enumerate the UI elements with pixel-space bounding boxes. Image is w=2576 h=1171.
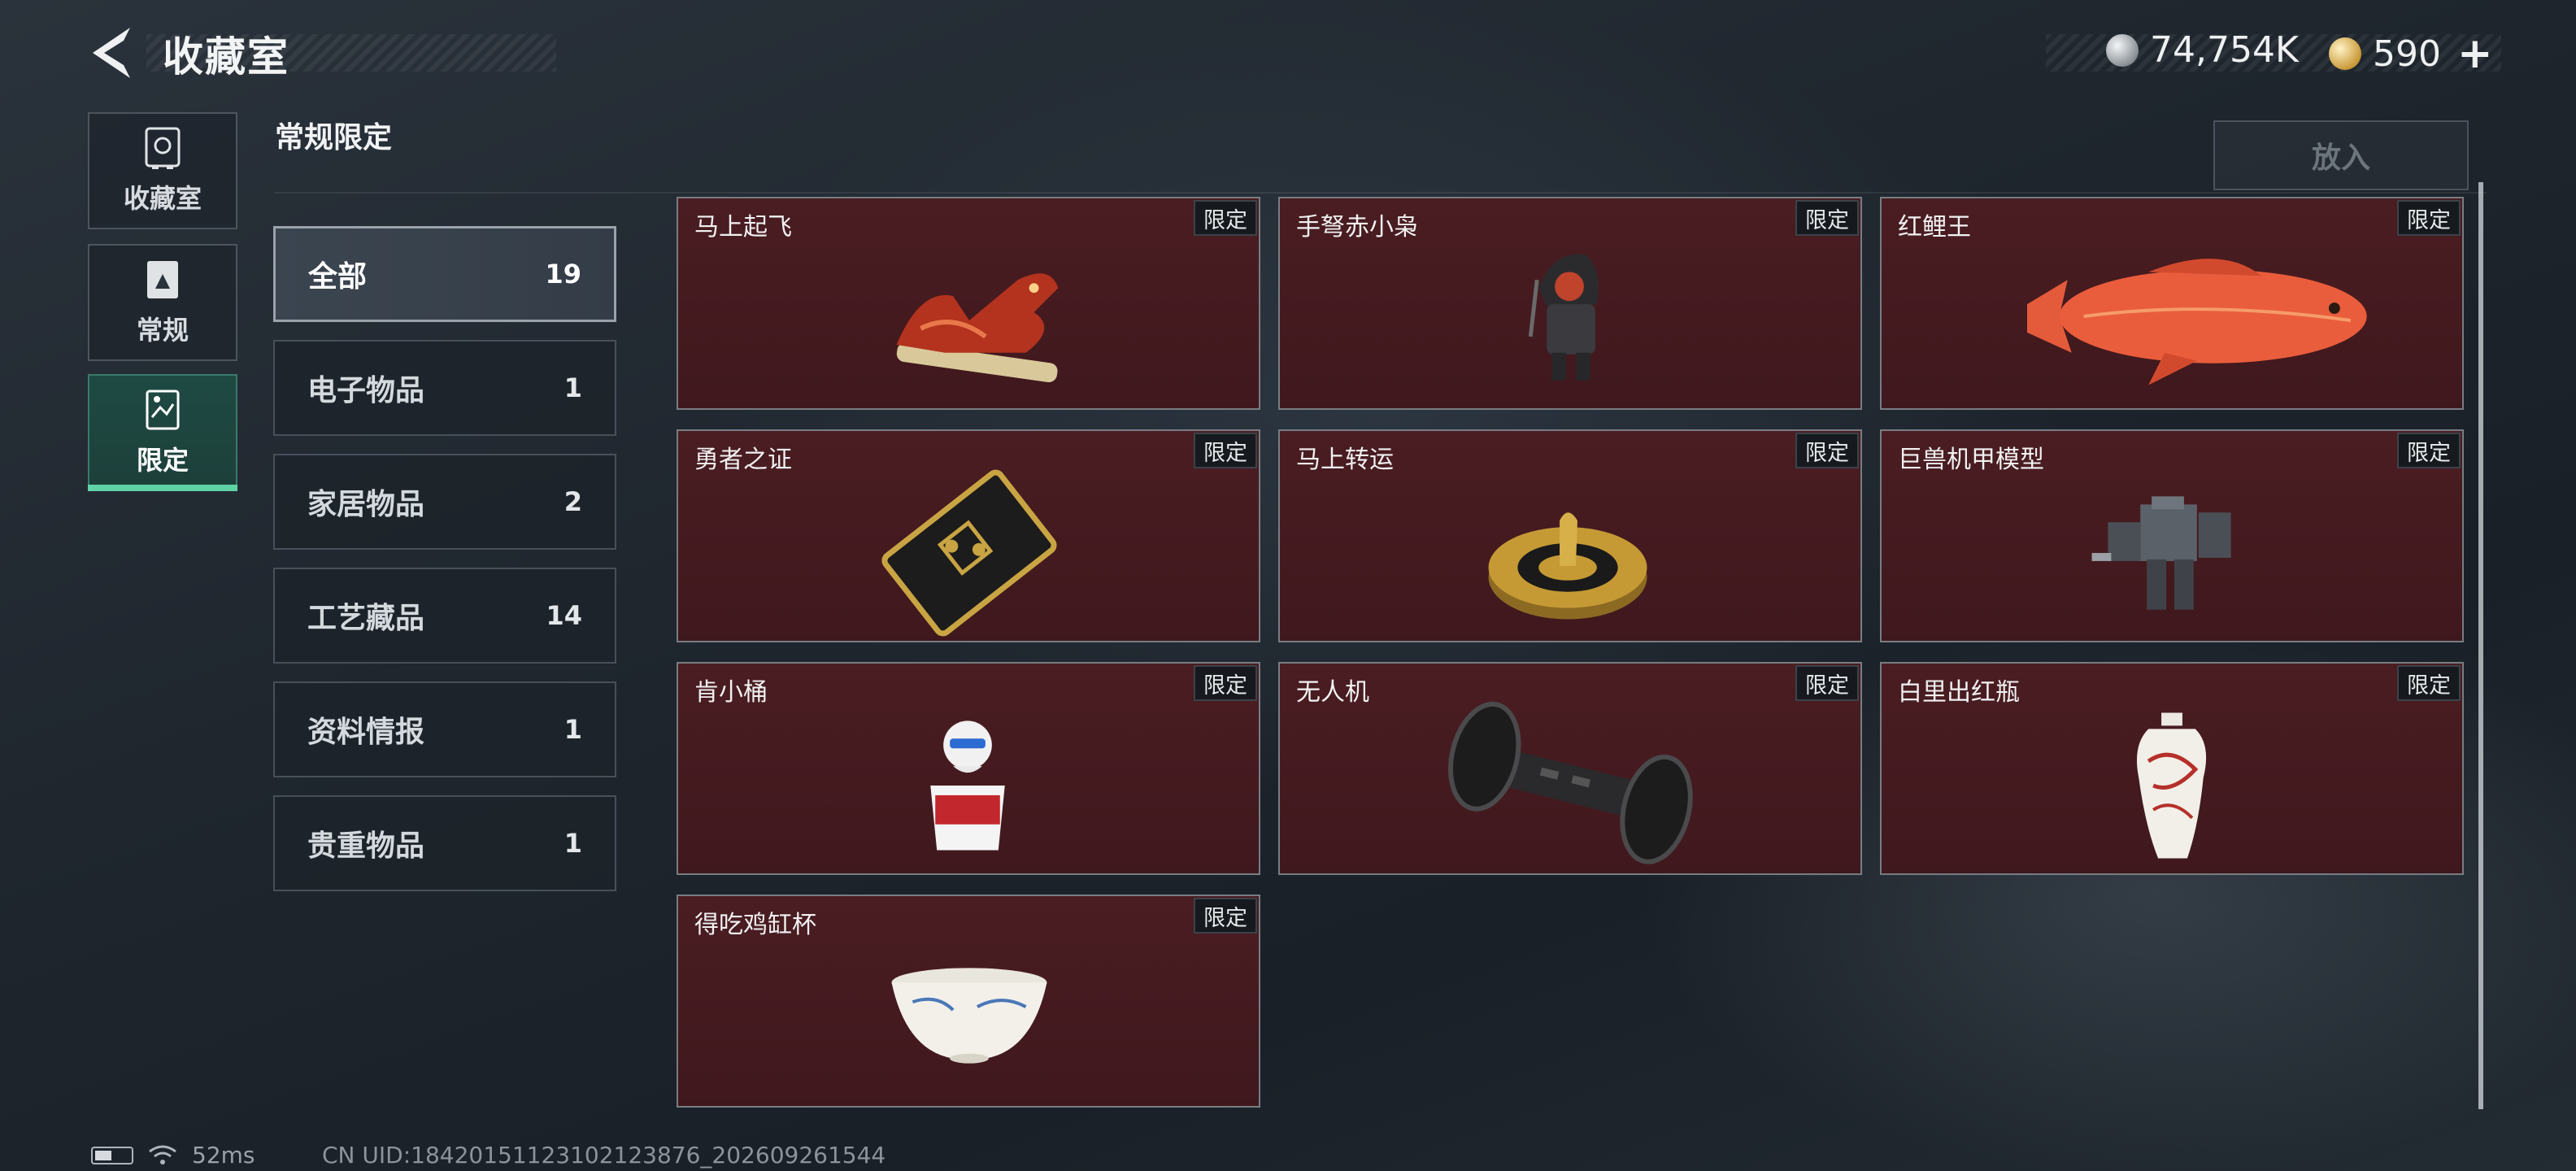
latency: 52ms: [192, 1142, 255, 1169]
vnav-label: 收藏室: [123, 183, 202, 214]
vnav-item-vault[interactable]: 收藏室: [88, 112, 237, 229]
wifi-icon: [149, 1145, 176, 1164]
divider: [275, 192, 2487, 194]
item-card[interactable]: 肯小桶 限定: [677, 662, 1260, 875]
regular-card-icon: [147, 261, 178, 298]
category-name: 贵重物品: [307, 829, 425, 863]
item-card[interactable]: 手弩赤小枭 限定: [1278, 197, 1862, 410]
porcelain-cup-icon: [891, 968, 1047, 1064]
drone-wheels-icon: [1448, 701, 1693, 864]
category-all[interactable]: 全部 19: [273, 226, 616, 322]
category-count: 1: [564, 828, 582, 859]
user-uid: CN UID:1842015112310212387​6_20260926154…: [322, 1142, 886, 1169]
section-title: 常规限定: [275, 121, 393, 155]
scrollbar-thumb[interactable]: [2478, 182, 2483, 1109]
item-card[interactable]: 得吃鸡缸杯 限定: [677, 895, 1260, 1108]
category-count: 2: [564, 486, 582, 517]
category-name: 工艺藏品: [307, 602, 425, 635]
vnav-active-indicator: [88, 485, 237, 491]
gold-coin-icon: [2329, 37, 2361, 70]
category-count: 14: [546, 600, 582, 631]
back-arrow-icon: [93, 28, 130, 78]
category-valuables[interactable]: 贵重物品 1: [273, 795, 616, 891]
golden-spinner-icon: [1488, 512, 1647, 620]
horse-figurine-icon: [896, 273, 1059, 383]
vnav-item-regular[interactable]: 常规: [88, 244, 237, 361]
status-bar: 52ms: [91, 1142, 255, 1169]
category-name: 资料情报: [307, 716, 425, 749]
card-badge-icon: [881, 469, 1057, 637]
category-count: 1: [564, 372, 582, 403]
silver-amount: 74,754K: [2150, 29, 2299, 71]
category-name: 全部: [308, 260, 368, 294]
silver-coin-icon: [2106, 33, 2139, 67]
page-title: 收藏室: [163, 33, 289, 81]
item-card[interactable]: 红鲤王 限定: [1880, 197, 2464, 410]
item-card[interactable]: 无人机 限定: [1278, 662, 1862, 875]
category-count: 19: [545, 259, 581, 289]
battery-icon: [91, 1146, 133, 1164]
category-intel[interactable]: 资料情报 1: [273, 681, 616, 777]
add-currency-button[interactable]: +: [2457, 29, 2493, 78]
vnav-label: 常规: [136, 315, 189, 346]
category-electronics[interactable]: 电子物品 1: [273, 340, 616, 436]
item-card[interactable]: 马上转运 限定: [1278, 429, 1862, 642]
vnav-item-limited[interactable]: 限定: [88, 374, 237, 491]
vault-icon: [145, 127, 181, 169]
item-card[interactable]: 白里出红瓶 限定: [1880, 662, 2464, 875]
silver-currency: 74,754K: [2106, 29, 2299, 71]
category-crafts[interactable]: 工艺藏品 14: [273, 568, 616, 664]
back-button[interactable]: [88, 24, 138, 81]
gold-amount: 590: [2373, 33, 2441, 75]
category-count: 1: [564, 714, 582, 745]
item-card[interactable]: 勇者之证 限定: [677, 429, 1260, 642]
category-name: 电子物品: [307, 374, 425, 407]
kfc-bucket-figure-icon: [930, 720, 1005, 851]
item-card[interactable]: 马上起飞 限定: [677, 197, 1260, 410]
hooded-figure-icon: [1528, 254, 1599, 381]
limited-card-icon: [146, 390, 180, 430]
put-in-button[interactable]: 放入: [2213, 120, 2469, 190]
category-name: 家居物品: [307, 488, 425, 521]
category-home[interactable]: 家居物品 2: [273, 454, 616, 550]
vnav-label: 限定: [136, 445, 189, 476]
porcelain-vase-icon: [2136, 712, 2207, 859]
red-carp-icon: [2026, 259, 2367, 385]
item-card[interactable]: 巨兽机甲模型 限定: [1880, 429, 2464, 642]
mech-model-icon: [2091, 496, 2231, 610]
gold-currency: 590 +: [2329, 29, 2493, 78]
